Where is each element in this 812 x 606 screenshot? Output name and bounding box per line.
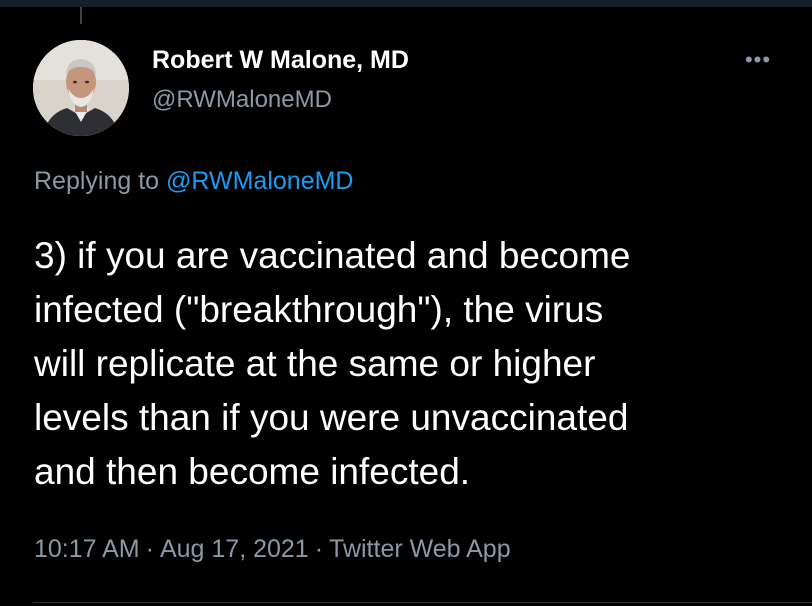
author-display-name[interactable]: Robert W Malone, MD — [152, 46, 409, 75]
more-options-icon[interactable]: ••• — [738, 48, 778, 72]
replying-to-prefix: Replying to — [34, 167, 167, 195]
tweet-text-line: infected ("breakthrough"), the virus — [34, 289, 604, 330]
tweet-text: 3) if you are vaccinated and become infe… — [34, 229, 794, 499]
tweet-text-line: levels than if you were unvaccinated — [34, 397, 629, 438]
author-handle[interactable]: @RWMaloneMD — [152, 86, 332, 114]
thread-connector-line — [80, 7, 82, 24]
tweet-text-line: 3) if you are vaccinated and become — [34, 235, 631, 276]
meta-separator: · — [145, 535, 154, 563]
tweet-text-line: will replicate at the same or higher — [34, 343, 596, 384]
tweet-meta: 10:17 AM · Aug 17, 2021 · Twitter Web App — [34, 535, 511, 564]
top-strip — [0, 0, 812, 7]
tweet-text-line: and then become infected. — [34, 451, 471, 492]
avatar[interactable] — [33, 40, 129, 136]
replying-to-mention-link[interactable]: @RWMaloneMD — [166, 167, 353, 195]
profile-photo-icon — [33, 40, 129, 136]
tweet-source-link[interactable]: Twitter Web App — [329, 535, 511, 563]
tweet-time-link[interactable]: 10:17 AM — [34, 535, 140, 563]
replying-to: Replying to @RWMaloneMD — [34, 167, 353, 196]
tweet-date-link[interactable]: Aug 17, 2021 — [160, 535, 309, 563]
meta-separator: · — [314, 535, 324, 563]
divider — [33, 602, 812, 603]
